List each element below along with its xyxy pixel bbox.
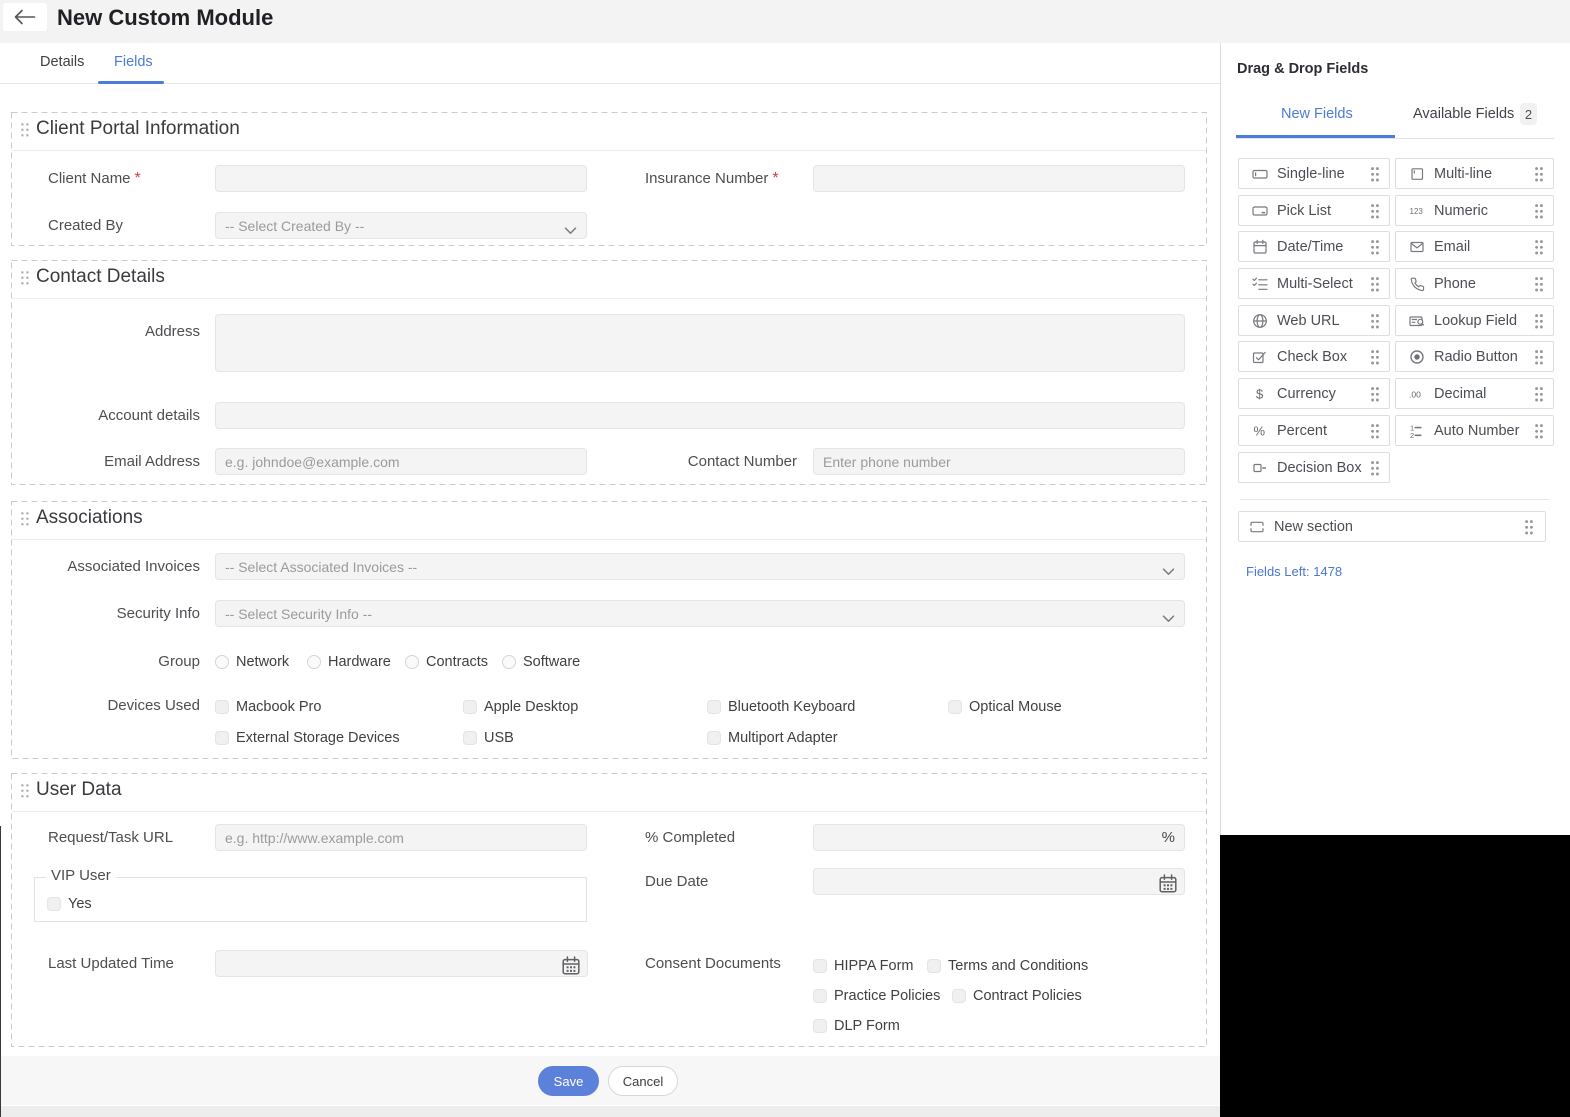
svg-text:123: 123 — [1410, 207, 1424, 216]
svg-text:2: 2 — [1410, 431, 1414, 439]
svg-text:$: $ — [1256, 386, 1264, 401]
svg-text:.00: .00 — [1409, 389, 1421, 399]
svg-text:%: % — [1254, 423, 1266, 438]
